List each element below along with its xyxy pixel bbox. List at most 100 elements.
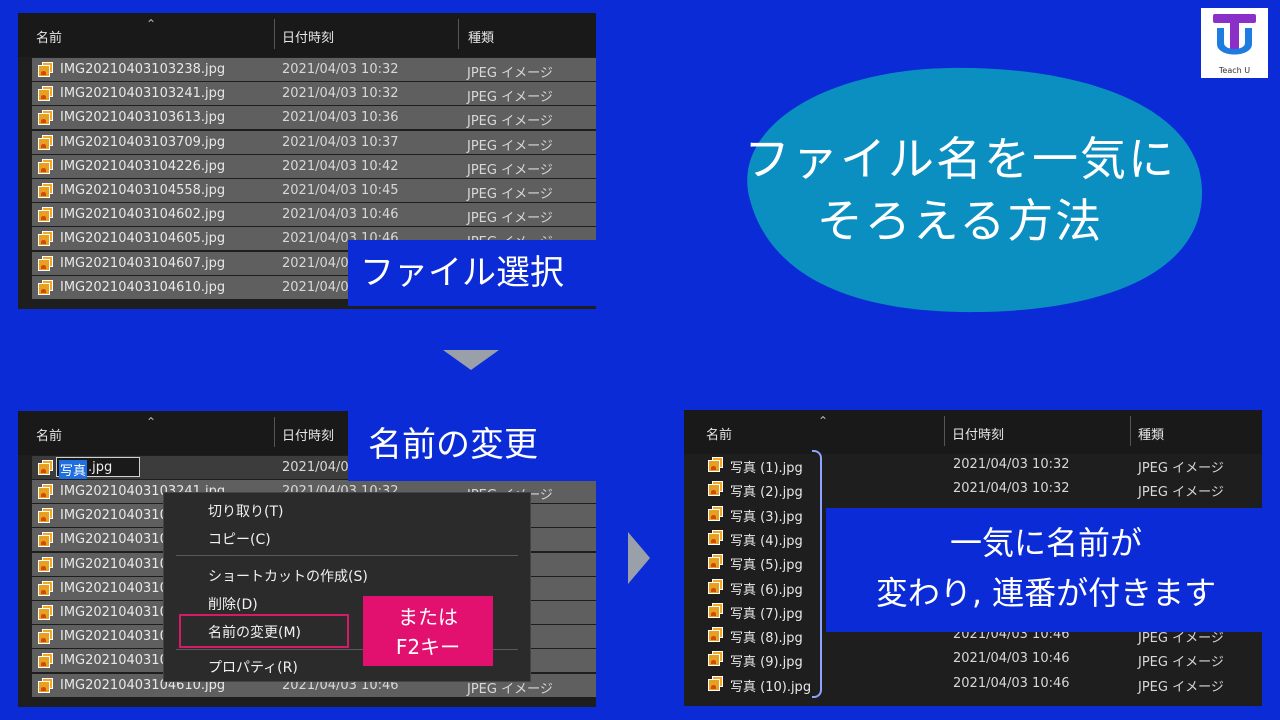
file-kind: JPEG イメージ — [467, 187, 553, 202]
menu-item-cut[interactable]: 切り取り(T) — [208, 501, 283, 521]
column-date[interactable]: 日付時刻 — [282, 425, 334, 444]
file-date: 2021/04/03 10:32 — [282, 62, 399, 77]
file-name: 写真 (10).jpg — [730, 679, 812, 695]
rename-highlight-box — [179, 614, 349, 648]
file-date: 2021/04/03 10:32 — [953, 481, 1070, 497]
jpeg-file-icon — [38, 279, 53, 295]
jpeg-file-icon — [38, 158, 53, 174]
down-arrow-icon — [443, 350, 499, 370]
file-row[interactable]: IMG20210403104602.jpg 2021/04/03 10:46 JPE… — [32, 203, 596, 227]
file-name: 写真 (7).jpg — [730, 606, 803, 622]
menu-item-copy[interactable]: コピー(C) — [208, 529, 271, 549]
f2-callout-line1: または — [398, 605, 458, 629]
result-callout-line2: 変わり, 連番が付きます — [875, 574, 1217, 612]
right-arrow-icon — [628, 532, 650, 584]
file-kind: JPEG イメージ — [1138, 485, 1224, 501]
file-row[interactable]: IMG20210403104558.jpg 2021/04/03 10:45 JPE… — [32, 179, 596, 202]
file-name: IMG20210403104610.jpg — [60, 279, 226, 295]
result-callout-line1: 一気に名前が — [949, 524, 1142, 562]
column-name[interactable]: 名前 — [36, 425, 62, 444]
menu-item-create-shortcut[interactable]: ショートカットの作成(S) — [208, 566, 368, 586]
file-kind: JPEG イメージ — [467, 90, 553, 106]
column-date[interactable]: 日付時刻 — [282, 27, 334, 46]
jpeg-file-icon — [38, 605, 53, 620]
title-line2: そろえる方法 — [816, 194, 1104, 248]
jpeg-file-icon — [38, 62, 53, 77]
jpeg-file-icon — [38, 134, 53, 150]
file-date: 2021/04/03 10:32 — [282, 86, 399, 102]
file-name: 写真 (2).jpg — [730, 485, 803, 501]
column-name[interactable]: 名前 — [36, 27, 62, 46]
file-name: 写真 (8).jpg — [730, 631, 803, 647]
jpeg-file-icon — [38, 110, 53, 126]
column-kind[interactable]: 種類 — [468, 27, 494, 46]
jpeg-file-icon — [708, 602, 723, 618]
title-line1: ファイル名を一気に — [744, 132, 1176, 186]
menu-item-delete[interactable]: 削除(D) — [208, 594, 258, 614]
jpeg-file-icon — [38, 255, 53, 271]
file-date: 2021/04/03 10:36 — [282, 110, 399, 126]
file-name: 写真 (6).jpg — [730, 582, 803, 598]
column-header: 名前 ⌃ 日付時刻 種類 — [684, 410, 1262, 454]
file-name: 写真 (4).jpg — [730, 533, 803, 549]
jpeg-file-icon — [708, 505, 723, 521]
column-header: 名前 ⌃ 日付時刻 種類 — [18, 13, 596, 57]
file-kind: JPEG イメージ — [467, 138, 553, 154]
column-name[interactable]: 名前 — [706, 424, 732, 443]
step-label-rename: 名前の変更 — [348, 411, 596, 481]
column-divider[interactable] — [1130, 416, 1131, 446]
jpeg-file-icon — [708, 651, 723, 667]
file-kind: JPEG イメージ — [1138, 461, 1224, 476]
file-date: 2021/04/03 10:37 — [282, 134, 399, 150]
file-kind: JPEG イメージ — [467, 114, 553, 130]
jpeg-file-icon — [38, 653, 53, 669]
file-row[interactable]: IMG20210403103241.jpg 2021/04/03 10:32 JPE… — [32, 82, 596, 106]
result-callout: 一気に名前が 変わり, 連番が付きます — [826, 508, 1266, 632]
rename-input[interactable]: 写真 .jpg — [56, 457, 140, 479]
column-date[interactable]: 日付時刻 — [952, 424, 1004, 443]
file-date: 2021/04/03 10:32 — [953, 457, 1070, 472]
column-divider[interactable] — [458, 19, 459, 49]
column-divider[interactable] — [274, 417, 275, 447]
logo-text: Teach U — [1218, 66, 1251, 75]
column-divider[interactable] — [274, 19, 275, 49]
file-name: 写真 (1).jpg — [730, 461, 803, 476]
file-row[interactable]: IMG20210403104226.jpg 2021/04/03 10:42 JPE… — [32, 154, 596, 178]
jpeg-file-icon — [38, 207, 53, 223]
file-name: 写真 (9).jpg — [730, 655, 803, 671]
selection-bracket — [812, 450, 822, 698]
column-divider[interactable] — [944, 416, 945, 446]
file-kind: JPEG イメージ — [467, 66, 553, 81]
jpeg-file-icon — [708, 627, 723, 643]
file-name: IMG20210403103241.jpg — [60, 86, 226, 102]
file-row[interactable]: IMG20210403103238.jpg 2021/04/03 10:32 JPE… — [32, 58, 596, 81]
file-name: IMG20210403104602.jpg — [60, 207, 226, 223]
file-kind: JPEG イメージ — [1138, 679, 1224, 695]
sort-ascending-icon: ⌃ — [146, 415, 157, 429]
teach-u-logo: Teach U — [1201, 8, 1268, 78]
page-title: ファイル名を一気に そろえる方法 — [690, 128, 1230, 252]
file-row[interactable]: IMG20210403103709.jpg 2021/04/03 10:37 JPE… — [32, 130, 596, 154]
column-kind[interactable]: 種類 — [1138, 424, 1164, 443]
file-row[interactable]: 写真 (9).jpg 2021/04/03 10:46 JPEG イメージ — [702, 647, 1262, 670]
jpeg-file-icon — [708, 529, 723, 545]
menu-item-properties[interactable]: プロパティ(R) — [208, 657, 298, 677]
file-row[interactable]: 写真 (1).jpg 2021/04/03 10:32 JPEG イメージ — [702, 453, 1262, 476]
file-date: 2021/04/03 10:46 — [953, 651, 1070, 667]
f2-callout-line2: F2キー — [395, 635, 461, 659]
file-kind: JPEG イメージ — [1138, 655, 1224, 671]
jpeg-file-icon — [38, 629, 53, 645]
file-row[interactable]: 写真 (10).jpg 2021/04/03 10:46 JPEG イメージ — [702, 672, 1262, 695]
jpeg-file-icon — [708, 481, 723, 497]
file-name: 写真 (5).jpg — [730, 558, 803, 574]
file-row[interactable]: IMG20210403103613.jpg 2021/04/03 10:36 JPE… — [32, 106, 596, 130]
file-name: IMG20210403104605.jpg — [60, 231, 226, 247]
file-row[interactable]: 写真 (2).jpg 2021/04/03 10:32 JPEG イメージ — [702, 477, 1262, 500]
file-date: 2021/04/03 10:46 — [282, 207, 399, 223]
jpeg-file-icon — [38, 460, 53, 475]
file-date: 2021/04/03 10:42 — [282, 158, 399, 174]
rename-extension: .jpg — [88, 460, 113, 475]
jpeg-file-icon — [708, 457, 723, 472]
file-name: IMG20210403104558.jpg — [60, 183, 226, 198]
jpeg-file-icon — [38, 532, 53, 548]
